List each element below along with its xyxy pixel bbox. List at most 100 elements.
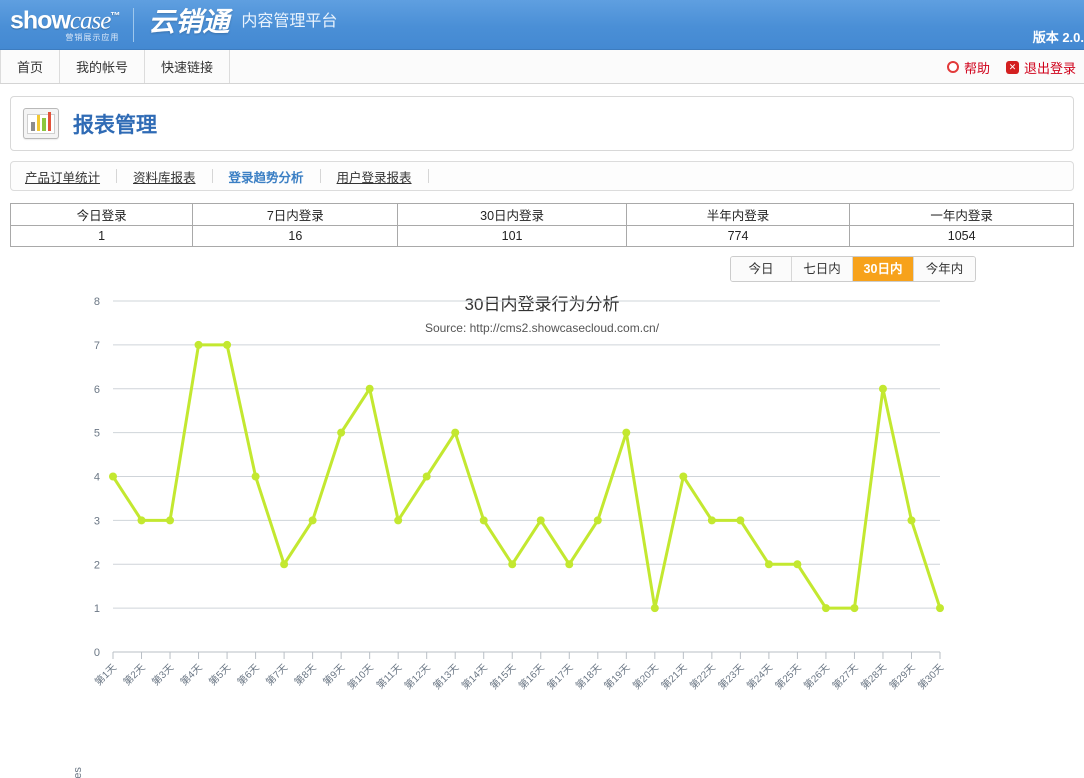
x-axis-tick-label: 第12天 (402, 661, 433, 692)
subtab-library-report[interactable]: 资料库报表 (133, 167, 212, 186)
period-button-7days[interactable]: 七日内 (792, 257, 853, 281)
subtab-separator (116, 169, 118, 183)
chart-data-point (451, 428, 460, 437)
help-link-label: 帮助 (963, 60, 990, 76)
x-axis-tick-label: 第9天 (320, 661, 347, 688)
x-axis-tick-label: 第15天 (487, 661, 518, 692)
y-axis-tick-label: 7 (94, 340, 100, 352)
platform-name: 内容管理平台 (241, 13, 338, 30)
chart-data-point (422, 472, 431, 481)
x-axis-tick-label: 第3天 (149, 661, 176, 688)
x-axis-tick-label: 第27天 (829, 661, 860, 692)
report-subtab-bar: 产品订单统计 资料库报表 登录趋势分析 用户登录报表 (10, 161, 1074, 191)
product-name: 云销通 (148, 7, 230, 37)
logout-link-label: 退出登录 (1023, 60, 1076, 76)
nav-tab-home[interactable]: 首页 (0, 50, 61, 83)
chart-data-point (337, 428, 346, 437)
x-axis-tick-label: 第24天 (744, 661, 775, 692)
x-axis-tick-label: 第13天 (430, 661, 461, 692)
logo-text: showcase™ (10, 4, 120, 35)
table-row: 1 16 101 774 1054 (9, 225, 1074, 247)
chart-data-point (679, 472, 688, 481)
x-axis-tick-label: 第11天 (374, 661, 405, 692)
report-chart-icon (23, 108, 59, 139)
y-axis-tick-label: 4 (94, 472, 100, 484)
chart-data-point (764, 560, 773, 569)
subtab-product-order-stats[interactable]: 产品订单统计 (25, 167, 116, 186)
chart-data-point (707, 516, 716, 525)
x-axis-tick-label: 第7天 (263, 661, 290, 688)
x-axis-tick-label: 第30天 (915, 661, 946, 692)
stats-header-7days: 7日内登录 (192, 203, 399, 226)
logo-italic-text: case (69, 7, 111, 35)
stats-value-year: 1054 (849, 225, 1074, 247)
y-axis-tick-label: 2 (94, 559, 100, 571)
chart-data-point (821, 604, 830, 613)
help-link[interactable]: 帮助 (946, 58, 990, 77)
x-axis-tick-label: 第22天 (687, 661, 718, 692)
subtab-login-trend-analysis[interactable]: 登录趋势分析 (229, 167, 320, 186)
chart-data-point (479, 516, 488, 525)
stats-value-30days: 101 (397, 225, 627, 247)
logout-link[interactable]: ✕ 退出登录 (1005, 58, 1076, 77)
nav-tab-my-account[interactable]: 我的帐号 (60, 50, 146, 83)
nav-tab-quick-links[interactable]: 快速链接 (145, 50, 231, 83)
x-axis-tick-label: 第23天 (715, 661, 746, 692)
subtab-separator (319, 169, 321, 183)
stats-value-7days: 16 (192, 225, 399, 247)
chart-data-point (508, 560, 517, 569)
stats-header-30days: 30日内登录 (397, 203, 627, 226)
login-stats-table: 今日登录 7日内登录 30日内登录 半年内登录 一年内登录 1 16 101 7… (9, 203, 1074, 247)
stats-value-halfyear: 774 (625, 225, 851, 247)
x-axis-tick-label: 第8天 (291, 661, 318, 688)
trademark-symbol: ™ (110, 11, 120, 22)
logo-main-text: show (10, 6, 71, 35)
period-filter: 今日 七日内 30日内 今年内 (0, 256, 976, 282)
chart-data-point (907, 516, 916, 525)
period-button-today[interactable]: 今日 (731, 257, 792, 281)
x-axis-tick-label: 第18天 (573, 661, 604, 692)
x-axis-tick-label: 第21天 (658, 661, 689, 692)
x-axis-tick-label: 第29天 (886, 661, 917, 692)
y-axis-tick-label: 6 (94, 384, 100, 396)
x-axis-tick-label: 第6天 (234, 661, 261, 688)
chart-data-point (137, 516, 146, 525)
x-axis-tick-label: 第26天 (801, 661, 832, 692)
x-axis-tick-label: 第1天 (92, 661, 119, 688)
chart-data-point (593, 516, 602, 525)
stats-header-today: 今日登录 (9, 203, 194, 226)
x-axis-tick-label: 第28天 (858, 661, 889, 692)
chart-data-point (536, 516, 545, 525)
chart-y-axis-label: Values (72, 767, 84, 778)
main-nav: 首页 我的帐号 快速链接 帮助 ✕ 退出登录 (0, 50, 1084, 84)
chart-data-point (736, 516, 745, 525)
page-header-panel: 报表管理 (10, 96, 1074, 151)
chart-data-point (223, 340, 232, 349)
x-axis-tick-label: 第25天 (772, 661, 803, 692)
chart-data-point (166, 516, 175, 525)
x-axis-tick-label: 第17天 (544, 661, 575, 692)
logo-divider (133, 8, 135, 42)
chart-data-point (394, 516, 403, 525)
chart-data-point (280, 560, 289, 569)
period-button-30days[interactable]: 30日内 (853, 257, 914, 281)
login-trend-chart: 30日内登录行为分析 Source: http://cms2.showcasec… (0, 288, 1084, 778)
table-header-row: 今日登录 7日内登录 30日内登录 半年内登录 一年内登录 (9, 203, 1074, 226)
chart-data-point (622, 428, 631, 437)
chart-data-point (793, 560, 802, 569)
y-axis-tick-label: 8 (94, 296, 100, 308)
x-axis-tick-label: 第10天 (345, 661, 376, 692)
x-axis-tick-label: 第14天 (459, 661, 490, 692)
chart-data-point (565, 560, 574, 569)
page-title: 报表管理 (73, 113, 157, 137)
subtab-separator (427, 169, 429, 183)
logo[interactable]: showcase™ 营销展示应用 云销通 内容管理平台 (10, 4, 337, 43)
subtab-user-login-report[interactable]: 用户登录报表 (337, 167, 428, 186)
chart-data-point (650, 604, 659, 613)
chart-data-point (365, 384, 374, 393)
chart-data-point (850, 604, 859, 613)
period-button-thisyear[interactable]: 今年内 (914, 257, 975, 281)
y-axis-tick-label: 0 (94, 647, 100, 659)
x-axis-tick-label: 第2天 (120, 661, 147, 688)
x-axis-tick-label: 第5天 (206, 661, 233, 688)
